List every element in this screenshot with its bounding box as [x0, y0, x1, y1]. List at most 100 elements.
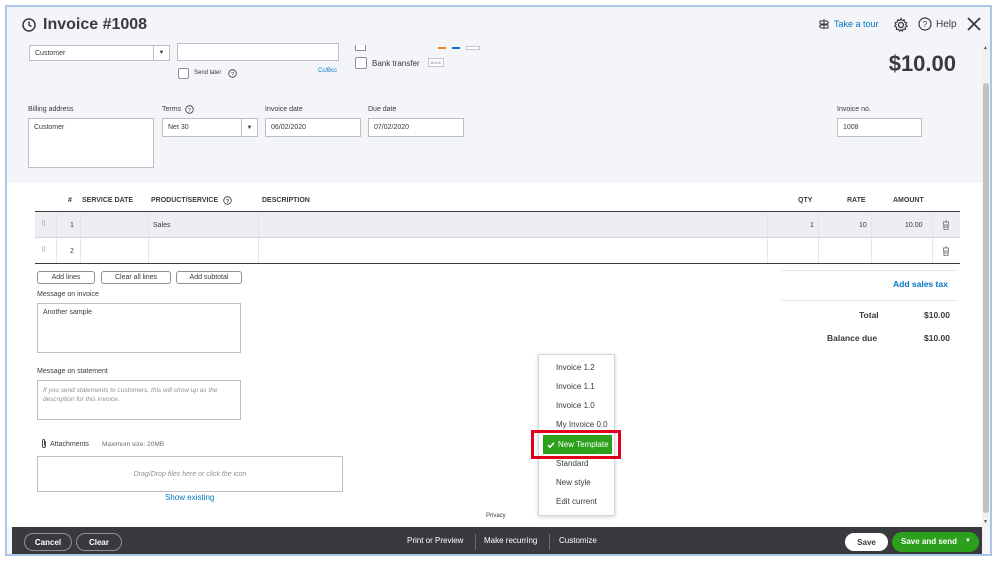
cancel-button[interactable]: Cancel: [24, 533, 72, 551]
card-logo-icon: [438, 47, 446, 49]
table-row[interactable]: ⠿ 2: [35, 238, 960, 264]
clear-button[interactable]: Clear: [76, 533, 122, 551]
drag-handle-icon[interactable]: ⠿: [41, 246, 46, 254]
take-tour-link[interactable]: Take a tour: [818, 18, 879, 30]
clear-all-lines-button[interactable]: Clear all lines: [101, 271, 171, 284]
trash-icon[interactable]: [942, 246, 950, 256]
scroll-down-icon[interactable]: ▼: [983, 519, 988, 525]
info-icon[interactable]: ?: [228, 69, 237, 78]
row-rate[interactable]: 10: [859, 222, 867, 229]
due-date-label: Due date: [368, 106, 397, 113]
customer-select[interactable]: Customer ▼: [29, 45, 170, 61]
row-amount[interactable]: 10.00: [905, 222, 923, 229]
invoice-window: Invoice #1008 Take a tour ? Help Custome…: [5, 5, 992, 556]
menu-pointer: [575, 523, 583, 527]
col-qty: QTY: [798, 197, 813, 204]
balance-due-value: $10.00: [924, 333, 950, 343]
menu-item-invoice-1-1[interactable]: Invoice 1.1: [539, 377, 614, 396]
invoice-header: Invoice #1008 Take a tour ? Help: [7, 7, 990, 43]
add-subtotal-button[interactable]: Add subtotal: [176, 271, 242, 284]
take-tour-label: Take a tour: [834, 19, 879, 29]
col-amount: AMOUNT: [893, 197, 924, 204]
attachment-dropzone[interactable]: Drag/Drop files here or click the icon: [37, 456, 343, 492]
message-statement-label: Message on statement: [37, 368, 108, 375]
message-invoice-field[interactable]: Another sample: [37, 303, 241, 353]
history-icon[interactable]: [21, 17, 37, 33]
save-and-send-button[interactable]: Save and send ▼: [892, 532, 979, 552]
menu-item-new-style[interactable]: New style: [539, 473, 614, 492]
page-title: Invoice #1008: [43, 16, 148, 33]
customize-link[interactable]: Customize: [559, 536, 597, 545]
help-button[interactable]: ? Help: [918, 17, 957, 31]
bank-transfer-label: Bank transfer: [372, 59, 420, 68]
footer-bar: Cancel Clear Print or Preview Make recur…: [12, 523, 982, 554]
col-rate: RATE: [847, 197, 866, 204]
col-service-date: SERVICE DATE: [82, 197, 134, 204]
trash-icon[interactable]: [942, 220, 950, 230]
billing-address-value: Customer: [34, 124, 65, 131]
chevron-down-icon: ▼: [153, 46, 169, 60]
info-icon[interactable]: ?: [223, 196, 232, 205]
invoice-no-label: Invoice no.: [837, 106, 871, 113]
info-icon[interactable]: ?: [185, 105, 194, 114]
max-size-label: Maximum size: 20MB: [102, 441, 165, 448]
paperclip-icon: [42, 439, 46, 448]
menu-item-invoice-1-0[interactable]: Invoice 1.0: [539, 396, 614, 415]
terms-value: Net 30: [168, 124, 189, 131]
billing-address-label: Billing address: [28, 106, 74, 113]
terms-select[interactable]: Net 30 ▼: [162, 118, 258, 137]
svg-text:?: ?: [923, 20, 928, 29]
billing-address-field[interactable]: Customer: [28, 118, 154, 168]
help-label: Help: [936, 18, 957, 30]
invoice-date-field[interactable]: 06/02/2020: [265, 118, 361, 137]
terms-label: Terms: [162, 106, 182, 113]
bank-transfer-checkbox[interactable]: [355, 57, 367, 69]
attachments-label: Attachments: [50, 441, 89, 448]
invoice-date-label: Invoice date: [265, 106, 303, 113]
balance-due-label: Balance due: [827, 333, 878, 343]
menu-item-edit-current[interactable]: Edit current: [539, 492, 614, 511]
cc-bcc-link[interactable]: Cc/Bcc: [318, 68, 337, 74]
add-sales-tax-link[interactable]: Add sales tax: [893, 279, 948, 289]
chevron-down-icon: ▼: [241, 119, 257, 136]
chevron-down-icon[interactable]: ▼: [965, 538, 971, 544]
send-later-checkbox[interactable]: [178, 68, 189, 79]
message-statement-field[interactable]: If you send statements to customers, thi…: [37, 380, 241, 420]
balance-amount: $10.00: [888, 51, 956, 76]
invoice-no-field[interactable]: 1008: [837, 118, 922, 137]
row-qty[interactable]: 1: [810, 222, 814, 229]
drag-handle-icon[interactable]: ⠿: [41, 220, 46, 228]
scroll-up-icon[interactable]: ▲: [983, 45, 988, 51]
col-num: #: [68, 197, 72, 204]
col-product: PRODUCT/SERVICE: [151, 197, 219, 204]
gear-icon[interactable]: [893, 17, 909, 33]
print-preview-link[interactable]: Print or Preview: [407, 536, 463, 545]
row-num: 2: [70, 248, 74, 255]
save-button[interactable]: Save: [845, 533, 888, 551]
message-invoice-label: Message on invoice: [37, 291, 99, 298]
invoice-form-top: Customer ▼ Send later ? Cc/Bcc Bank tran…: [7, 43, 982, 183]
table-row[interactable]: ⠿ 1 Sales 1 10 10.00: [35, 212, 960, 238]
scrollbar[interactable]: ▲ ▼: [982, 43, 990, 527]
due-date-field[interactable]: 07/02/2020: [368, 118, 464, 137]
bank-badge: BANK: [428, 58, 444, 67]
scroll-thumb[interactable]: [983, 83, 989, 513]
total-value: $10.00: [924, 310, 950, 320]
menu-item-invoice-1-2[interactable]: Invoice 1.2: [539, 358, 614, 377]
privacy-link[interactable]: Privacy: [486, 513, 506, 519]
line-items-header: # SERVICE DATE PRODUCT/SERVICE ? DESCRIP…: [35, 192, 960, 212]
make-recurring-link[interactable]: Make recurring: [484, 536, 537, 545]
close-icon[interactable]: [965, 15, 983, 33]
add-lines-button[interactable]: Add lines: [37, 271, 95, 284]
customer-value: Customer: [35, 49, 66, 57]
save-and-send-label: Save and send: [901, 537, 958, 546]
show-existing-link[interactable]: Show existing: [165, 493, 214, 502]
invoice-body: # SERVICE DATE PRODUCT/SERVICE ? DESCRIP…: [7, 183, 982, 527]
col-description: DESCRIPTION: [262, 197, 310, 204]
row-num: 1: [70, 222, 74, 229]
svg-text:?: ?: [231, 72, 234, 78]
row-product[interactable]: Sales: [153, 222, 171, 229]
customer-email-field[interactable]: [177, 43, 339, 61]
card-logo-icon: [466, 46, 480, 50]
payment-option-checkbox[interactable]: [355, 45, 366, 51]
